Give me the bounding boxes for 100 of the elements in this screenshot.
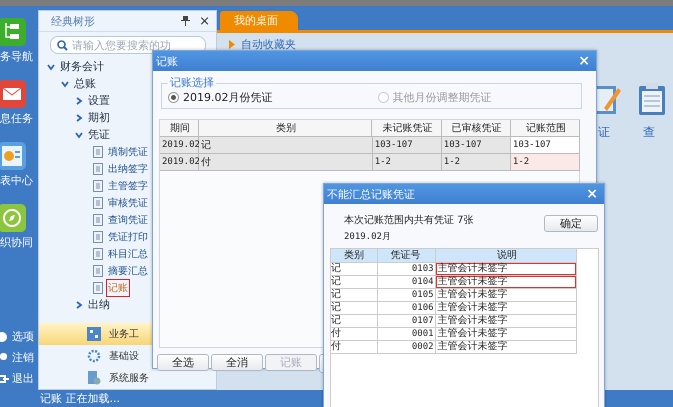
radio-button[interactable] xyxy=(168,92,179,103)
compass-icon[interactable] xyxy=(0,204,26,232)
document-icon xyxy=(93,162,103,174)
close-button[interactable]: × xyxy=(199,14,210,28)
table-cell: 0105 xyxy=(378,289,436,301)
chevron-down-icon[interactable] xyxy=(47,62,55,70)
tree-item[interactable]: 填制凭证 xyxy=(108,144,148,158)
close-button[interactable]: × xyxy=(586,186,598,202)
tree-item[interactable]: 总账 xyxy=(74,76,96,91)
exit-icon xyxy=(0,372,9,384)
envelope-icon[interactable] xyxy=(0,80,26,108)
table-cell: 主管会计未签字 xyxy=(436,341,577,353)
table-cell: 主管会计未签字 xyxy=(436,315,577,327)
period-text: 2019.02月 xyxy=(344,231,392,243)
table-cell: 记 xyxy=(331,289,378,301)
ok-button[interactable]: 确定 xyxy=(544,215,598,232)
chevron-down-icon[interactable] xyxy=(75,130,83,138)
table-cell: 103-107 xyxy=(442,137,511,153)
document-icon xyxy=(93,196,103,208)
table-cell: 0104 xyxy=(378,276,436,288)
table-cell: 记 xyxy=(331,315,378,327)
nav-label[interactable]: 表中心 xyxy=(0,173,33,188)
chevron-down-icon[interactable] xyxy=(61,80,69,88)
table-cell: 103-107 xyxy=(372,137,442,153)
tree-item[interactable]: 凭证打印 xyxy=(108,230,148,244)
document-icon xyxy=(93,282,103,294)
table-cell: 1-2 xyxy=(372,154,442,170)
column-header: 说明 xyxy=(436,249,577,262)
table-cell: 0106 xyxy=(378,302,436,314)
document-icon xyxy=(93,248,103,260)
dialog-title: 记账 xyxy=(156,54,178,68)
table-cell: 记 xyxy=(331,263,378,275)
grid-icon xyxy=(87,327,101,341)
panel-title: 经典树形 xyxy=(51,14,96,28)
tree-item[interactable]: 科目汇总 xyxy=(108,246,148,260)
table-cell: 付 xyxy=(331,328,378,340)
rail-button[interactable]: 注销 xyxy=(0,350,38,365)
document-icon xyxy=(93,264,103,276)
triangle-icon xyxy=(229,40,235,49)
table-cell: 记 xyxy=(331,302,378,314)
close-button[interactable]: × xyxy=(578,53,590,69)
tree-item[interactable]: 查询凭证 xyxy=(108,212,148,226)
table-cell: 0107 xyxy=(378,315,436,327)
tree-item[interactable]: 审核凭证 xyxy=(108,196,148,210)
chart-icon[interactable] xyxy=(0,142,26,170)
tree-item[interactable]: 出纳签字 xyxy=(108,162,148,176)
document-icon xyxy=(93,230,103,242)
table-cell: 0103 xyxy=(378,263,436,275)
table-cell: 2019.02 xyxy=(160,137,199,153)
tree-item[interactable]: 摘要汇总 xyxy=(108,264,148,278)
tree-item[interactable]: 主管签字 xyxy=(108,178,148,192)
group-title: 记账选择 xyxy=(168,75,216,90)
table-cell: 主管会计未签字 xyxy=(436,289,577,301)
table-cell: 付 xyxy=(199,154,373,170)
column-header: 凭证号 xyxy=(378,249,436,262)
nav-label[interactable]: 务导航 xyxy=(0,49,33,64)
table-cell: 2019.02 xyxy=(160,154,199,170)
favorites-label[interactable]: 自动收藏夹 xyxy=(241,37,296,52)
document-icon xyxy=(93,214,103,226)
document-gear-icon xyxy=(87,371,101,385)
tree-item[interactable]: 期初 xyxy=(88,110,110,125)
table-cell: 0001 xyxy=(378,328,436,340)
dialog-button[interactable]: 全消 xyxy=(211,354,263,371)
dialog-title: 不能汇总记账凭证 xyxy=(327,186,415,202)
table-cell[interactable]: 103-107 xyxy=(510,137,580,153)
table-cell[interactable]: 1-2 xyxy=(510,154,580,170)
clipboard-icon[interactable] xyxy=(637,82,667,116)
dialog-button[interactable]: 全选 xyxy=(157,354,209,371)
tree-item[interactable]: 设置 xyxy=(88,93,110,108)
chevron-right-icon[interactable] xyxy=(75,300,83,308)
column-header: 类别 xyxy=(198,120,372,136)
nav-label[interactable]: 息任务 xyxy=(0,111,33,126)
nav-label[interactable]: 织协同 xyxy=(0,235,33,250)
pin-icon[interactable] xyxy=(181,16,190,26)
rail-button[interactable]: 退出 xyxy=(0,371,38,386)
search-field[interactable]: 请输入您要搜索的功 xyxy=(50,36,206,54)
tree-item[interactable]: 财务会计 xyxy=(60,59,104,74)
tree-item[interactable]: 凭证 xyxy=(88,127,110,142)
column-header: 已审核凭证 xyxy=(442,120,511,136)
table-cell: 1-2 xyxy=(442,154,511,170)
summary-text: 本次记账范围内共有凭证 7张 xyxy=(344,214,474,227)
radio-option[interactable]: 2019.02月份凭证 xyxy=(168,90,378,105)
chevron-right-icon[interactable] xyxy=(75,96,83,104)
shortcut-label[interactable]: 查 xyxy=(637,124,655,141)
document-icon xyxy=(93,146,103,158)
table-cell: 0002 xyxy=(378,341,436,353)
tree-item[interactable]: 出纳 xyxy=(88,297,110,312)
rail-button[interactable]: 选项 xyxy=(0,329,38,344)
folder-tree-icon[interactable] xyxy=(0,18,26,46)
table-cell: 付 xyxy=(331,341,378,353)
table-cell: 记 xyxy=(331,276,378,288)
document-icon xyxy=(93,180,103,192)
table-cell: 主管会计未签字 xyxy=(436,263,577,275)
chevron-right-icon[interactable] xyxy=(75,114,83,122)
status-text: 记账 正在加载... xyxy=(40,391,120,406)
column-header: 类别 xyxy=(331,249,378,262)
table-cell: 主管会计未签字 xyxy=(436,302,577,314)
table-cell: 主管会计未签字 xyxy=(436,328,577,340)
table-cell: 主管会计未签字 xyxy=(436,276,577,288)
table-cell: 记 xyxy=(199,137,373,153)
